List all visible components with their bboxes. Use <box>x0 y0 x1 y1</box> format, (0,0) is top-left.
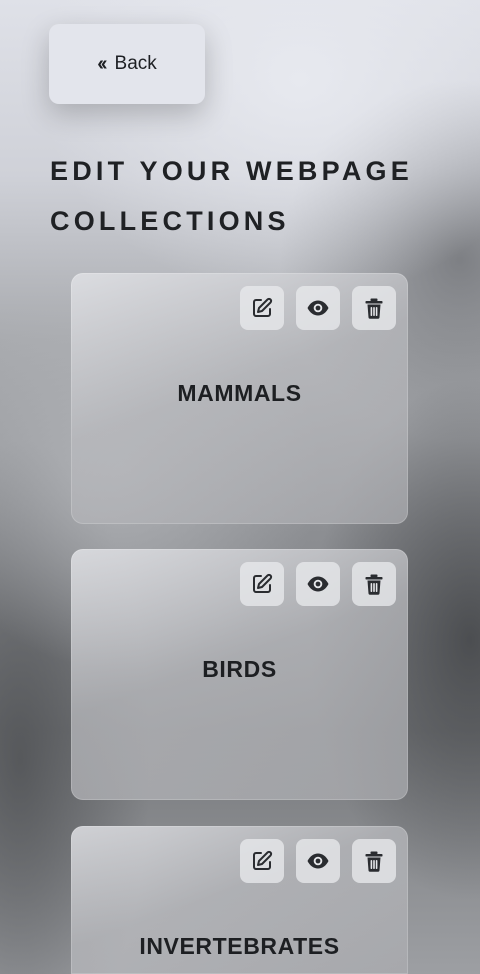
trash-icon <box>365 851 383 872</box>
collection-card-mammals[interactable]: MAMMALS <box>71 273 408 524</box>
edit-icon <box>253 297 273 317</box>
eye-icon <box>307 576 329 592</box>
delete-button[interactable] <box>352 286 396 330</box>
collection-title: BIRDS <box>202 656 277 682</box>
page-title-line-1: EDIT YOUR WEBPAGE <box>50 156 413 186</box>
page-title: EDIT YOUR WEBPAGE COLLECTIONS <box>50 146 450 246</box>
eye-icon <box>307 300 329 316</box>
card-actions <box>240 562 396 606</box>
edit-icon <box>253 573 273 593</box>
double-chevron-left-icon: ‹‹ <box>97 53 107 75</box>
edit-button[interactable] <box>240 286 284 330</box>
view-button[interactable] <box>296 286 340 330</box>
collection-title: INVERTEBRATES <box>139 933 340 959</box>
edit-icon <box>253 850 273 870</box>
back-button-label: Back <box>114 53 157 74</box>
collection-card-birds[interactable]: BIRDS <box>71 549 408 800</box>
trash-icon <box>365 574 383 595</box>
delete-button[interactable] <box>352 839 396 883</box>
view-button[interactable] <box>296 562 340 606</box>
delete-button[interactable] <box>352 562 396 606</box>
card-actions <box>240 286 396 330</box>
back-button[interactable]: ‹‹ Back <box>49 24 205 104</box>
eye-icon <box>307 853 329 869</box>
collection-card-invertebrates[interactable]: INVERTEBRATES <box>71 826 408 974</box>
trash-icon <box>365 298 383 319</box>
card-actions <box>240 839 396 883</box>
edit-button[interactable] <box>240 839 284 883</box>
page-title-line-2: COLLECTIONS <box>50 206 290 236</box>
collection-title: MAMMALS <box>177 380 302 406</box>
edit-button[interactable] <box>240 562 284 606</box>
view-button[interactable] <box>296 839 340 883</box>
